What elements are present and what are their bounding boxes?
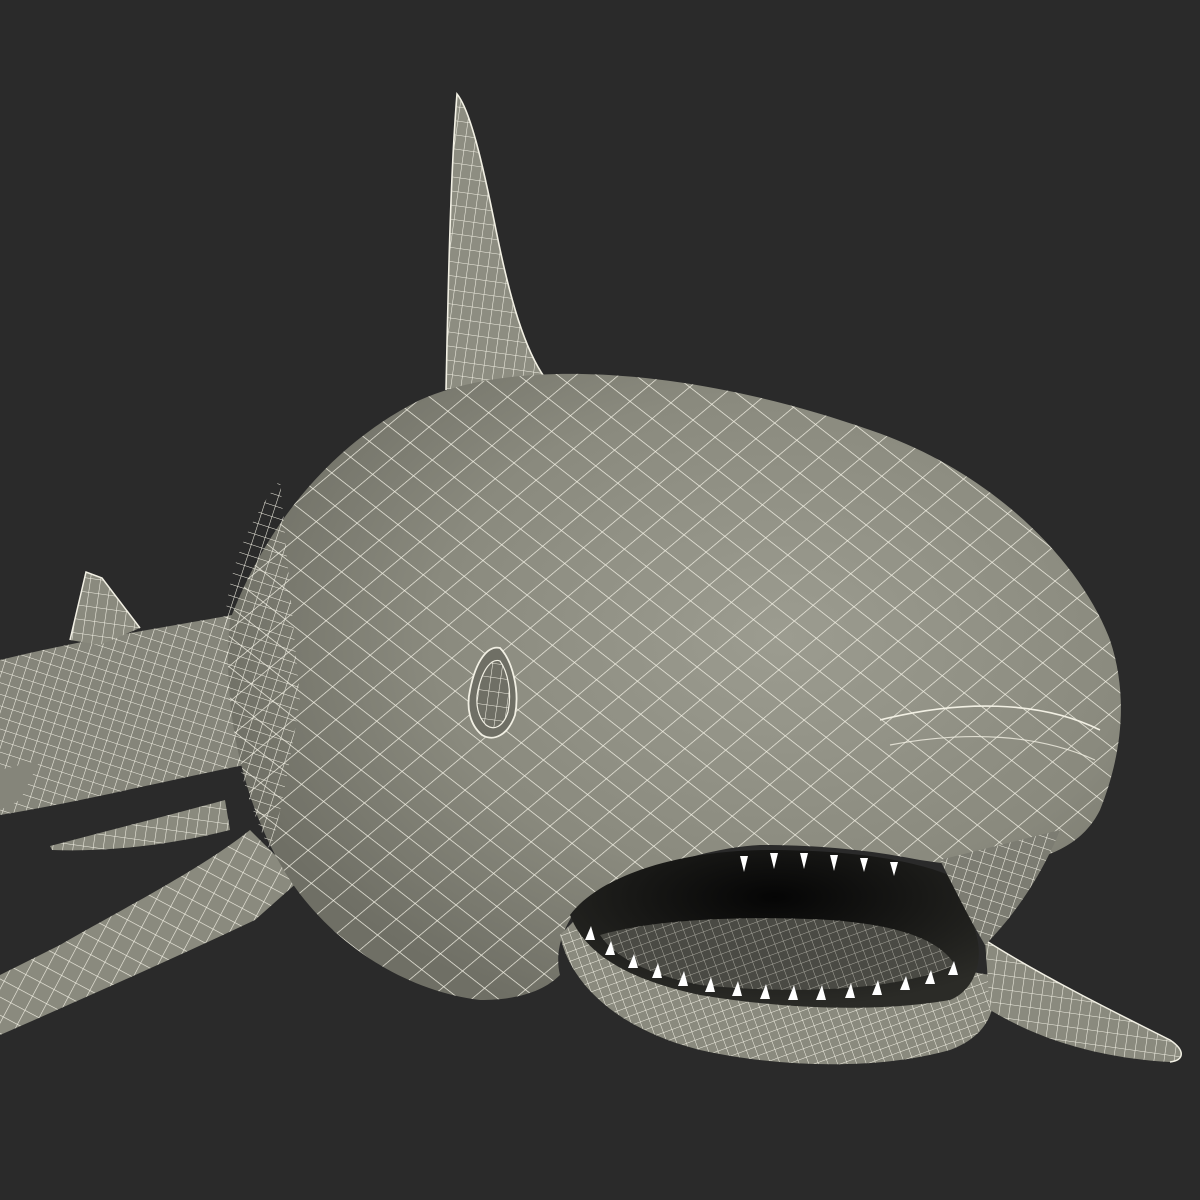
pectoral-fin-left (0, 830, 300, 1035)
shark-wireframe-render (0, 91, 1182, 1065)
render-viewport (0, 0, 1200, 1200)
dorsal-fin (445, 91, 546, 391)
pectoral-fin-right (984, 939, 1182, 1063)
